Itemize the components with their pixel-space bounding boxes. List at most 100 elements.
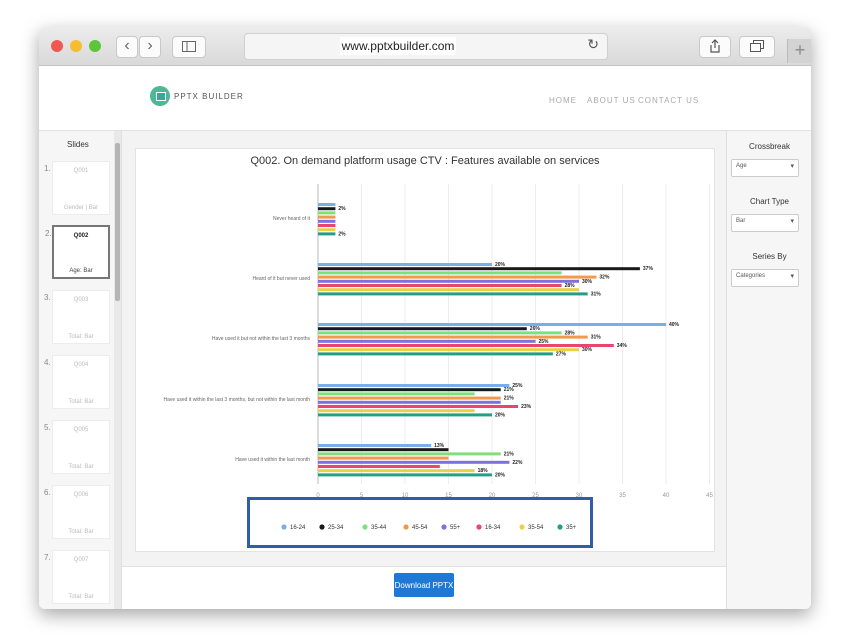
- slide-desc: Total: Bar: [68, 464, 94, 470]
- caret-down-icon: ▾: [790, 163, 794, 170]
- data-label: 30%: [582, 347, 593, 353]
- bar: [318, 267, 640, 271]
- slide-desc: Total: Bar: [68, 594, 94, 600]
- bar: [318, 473, 492, 477]
- tabs-button[interactable]: [739, 36, 775, 58]
- data-label: 13%: [434, 443, 445, 449]
- back-button[interactable]: ‹: [116, 36, 138, 58]
- data-label: 21%: [504, 451, 515, 457]
- data-label: 37%: [643, 266, 654, 272]
- slide-id: Q004: [73, 362, 89, 368]
- slide-id: Q001: [73, 168, 89, 174]
- bar: [318, 271, 562, 275]
- bar: [318, 327, 527, 331]
- slide-thumbnail[interactable]: 5. Q005 Total: Bar: [44, 420, 110, 474]
- data-label: 20%: [495, 412, 506, 418]
- bar: [318, 396, 501, 400]
- sidebar-scrollbar-thumb[interactable]: [115, 143, 120, 301]
- slide-id: Q003: [73, 297, 89, 303]
- main-footer: Download PPTX: [122, 566, 726, 609]
- close-window-button[interactable]: [51, 40, 63, 52]
- slide-id: Q005: [73, 427, 89, 433]
- series-by-select[interactable]: Categories ▾: [731, 269, 799, 287]
- chart-type-select[interactable]: Bar ▾: [731, 214, 799, 232]
- reload-icon[interactable]: ↻: [587, 36, 599, 53]
- forward-button[interactable]: ›: [139, 36, 161, 58]
- data-label: 27%: [556, 351, 567, 357]
- slide-number: 3.: [44, 293, 51, 302]
- slide-number: 2.: [45, 229, 52, 238]
- bar: [318, 292, 588, 296]
- x-tick-label: 35: [619, 493, 626, 499]
- crossbreak-select[interactable]: Age ▾: [731, 159, 799, 177]
- bar-chart: 0 5 10 15 20 25 30 35 40 45Never heard of itHeard…: [164, 184, 713, 531]
- logo-icon: [150, 86, 170, 106]
- data-label: 40%: [669, 322, 680, 328]
- slides-title: Slides: [67, 140, 89, 149]
- category-label: Have used it but not within the last 3 m…: [212, 336, 311, 342]
- slide-thumbnail[interactable]: 1. Q001 Gender | Bar: [44, 161, 110, 215]
- bar: [318, 400, 501, 404]
- slide-desc: Total: Bar: [68, 399, 94, 405]
- bar: [318, 207, 336, 211]
- bar: [318, 348, 579, 352]
- x-tick-label: 40: [663, 493, 670, 499]
- data-label: 32%: [599, 275, 610, 281]
- bar: [318, 224, 336, 227]
- data-label: 30%: [582, 279, 593, 285]
- data-label: 23%: [521, 404, 532, 410]
- slide-number: 7.: [44, 553, 51, 562]
- bar: [318, 344, 614, 347]
- bar: [318, 469, 475, 473]
- data-label: 2%: [338, 206, 346, 212]
- minimize-window-button[interactable]: [70, 40, 82, 52]
- slide-thumbnail[interactable]: 7. Q007 Total: Bar: [44, 550, 110, 604]
- new-tab-button[interactable]: +: [787, 39, 811, 63]
- bar: [318, 263, 492, 266]
- options-panel: Crossbreak Age ▾ Chart Type Bar ▾ Series B…: [726, 131, 811, 609]
- data-label: 25%: [512, 383, 523, 389]
- slide-number: 1.: [44, 164, 51, 173]
- share-button[interactable]: [699, 36, 731, 58]
- address-bar[interactable]: www.pptxbuilder.com ↻: [244, 33, 608, 60]
- brand-name: PPTX BUILDER: [174, 92, 244, 101]
- url-text: www.pptxbuilder.com: [340, 37, 456, 55]
- bar: [318, 460, 510, 464]
- slide-desc: Age: Bar: [69, 268, 93, 274]
- data-label: 2%: [338, 231, 346, 237]
- bar: [318, 388, 501, 392]
- bar: [318, 284, 562, 287]
- sidebar-toggle-button[interactable]: [172, 36, 206, 58]
- crossbreak-label: Crossbreak: [749, 142, 790, 151]
- bar: [318, 219, 336, 223]
- slide-number: 5.: [44, 423, 51, 432]
- data-label: 20%: [495, 262, 506, 268]
- nav-contact-link[interactable]: CONTACT US: [638, 96, 699, 105]
- chart-type-label: Chart Type: [750, 197, 789, 206]
- caret-down-icon: ▾: [790, 218, 794, 225]
- slide-thumbnail[interactable]: 6. Q006 Total: Bar: [44, 485, 110, 539]
- bar: [318, 323, 666, 326]
- slide-thumbnail[interactable]: 4. Q004 Total: Bar: [44, 355, 110, 409]
- bar: [318, 448, 449, 452]
- sidebar-icon: [182, 41, 196, 52]
- chevron-right-icon: ›: [147, 37, 153, 54]
- slide-thumbnail[interactable]: 3. Q003 Total: Bar: [44, 290, 110, 344]
- data-label: 26%: [530, 326, 541, 332]
- nav-about-link[interactable]: ABOUT US: [587, 96, 636, 105]
- slide-thumbnail-active[interactable]: 2. Q002 Age: Bar: [45, 225, 110, 279]
- bar: [318, 279, 579, 283]
- bar: [318, 211, 336, 215]
- data-label: 18%: [478, 468, 489, 474]
- bar: [318, 452, 501, 456]
- caret-down-icon: ▾: [790, 273, 794, 280]
- series-by-value: Categories: [736, 273, 766, 279]
- download-pptx-button[interactable]: Download PPTX: [394, 573, 454, 597]
- nav-home-link[interactable]: HOME: [549, 96, 577, 105]
- bar: [318, 444, 432, 447]
- chevron-left-icon: ‹: [124, 37, 130, 54]
- slides-sidebar: Slides 1. Q001 Gender | Bar 2. Q002 Age: Bar…: [39, 131, 122, 609]
- maximize-window-button[interactable]: [89, 40, 101, 52]
- slide-desc: Gender | Bar: [63, 205, 99, 211]
- slide-id: Q006: [73, 492, 89, 498]
